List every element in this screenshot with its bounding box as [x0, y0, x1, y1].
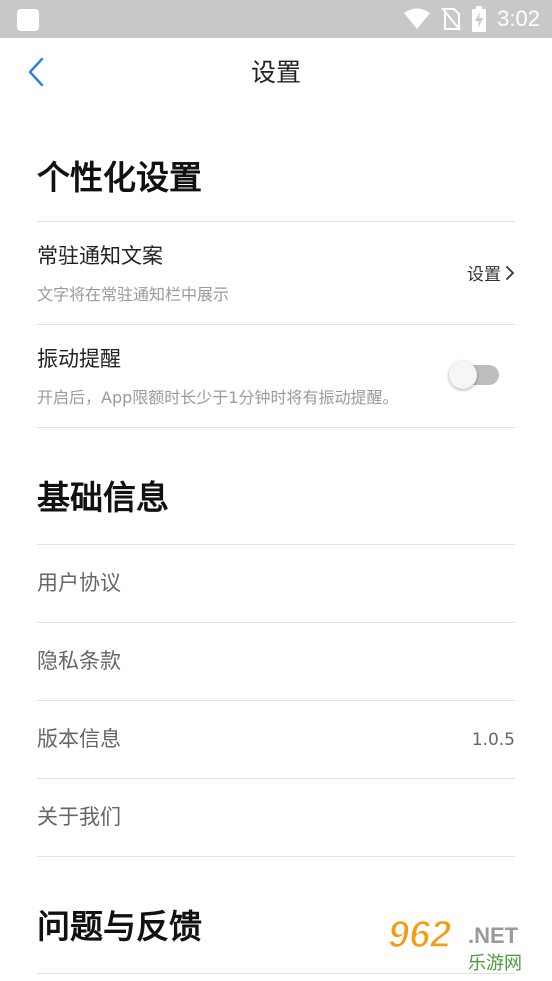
watermark-logo: 962 .NET 乐游网 — [386, 907, 546, 975]
section-title-feedback: 问题与反馈 — [37, 907, 202, 946]
notification-text-settings-button[interactable]: 设置 — [467, 260, 515, 285]
watermark-caption: 乐游网 — [468, 953, 522, 974]
status-time: 3:02 — [497, 6, 540, 31]
status-bar: 3:02 — [0, 0, 552, 38]
version-number: 1.0.5 — [471, 730, 515, 750]
section-header-personalization: 个性化设置 — [37, 110, 515, 221]
list-item-label: 用户协议 — [37, 571, 121, 595]
app-bar: 设置 — [0, 38, 552, 110]
section-title-personalization: 个性化设置 — [37, 158, 202, 197]
watermark-suffix: .NET — [468, 923, 519, 948]
vibration-toggle[interactable] — [449, 361, 499, 389]
list-item-label: 关于我们 — [37, 805, 121, 829]
section-header-basic-info: 基础信息 — [37, 428, 515, 544]
list-item-privacy-terms[interactable]: 隐私条款 — [37, 623, 515, 700]
list-item-label: 版本信息 — [37, 727, 121, 751]
page-title: 设置 — [250, 58, 301, 87]
battery-charging-icon — [472, 6, 487, 32]
setting-row-vibration: 振动提醒 开启后，App限额时长少于1分钟时将有振动提醒。 — [37, 325, 515, 427]
list-item-about-us[interactable]: 关于我们 — [37, 779, 515, 856]
list-item-version-info[interactable]: 版本信息 1.0.5 — [37, 701, 515, 778]
setting-title-vibration: 振动提醒 — [37, 347, 121, 371]
toggle-knob — [449, 361, 477, 389]
list-item-label: 隐私条款 — [37, 649, 121, 673]
no-sim-icon — [441, 7, 461, 31]
watermark-number: 962 — [388, 914, 451, 956]
app-notification-icon — [17, 9, 39, 31]
wifi-icon — [404, 8, 431, 29]
setting-desc-notification-text: 文字将在常驻通知栏中展示 — [37, 285, 230, 304]
setting-row-notification-text: 常驻通知文案 文字将在常驻通知栏中展示 设置 — [37, 222, 515, 324]
setting-desc-vibration: 开启后，App限额时长少于1分钟时将有振动提醒。 — [37, 388, 399, 407]
chevron-right-icon — [506, 265, 514, 280]
status-icons: 3:02 — [403, 0, 540, 38]
setting-title-notification-text: 常驻通知文案 — [37, 244, 163, 268]
settings-button-label: 设置 — [467, 265, 501, 285]
list-item-user-agreement[interactable]: 用户协议 — [37, 545, 515, 622]
settings-content: 个性化设置 常驻通知文案 文字将在常驻通知栏中展示 设置 振动提醒 开启后，Ap… — [37, 110, 515, 974]
section-title-basic-info: 基础信息 — [37, 478, 169, 517]
